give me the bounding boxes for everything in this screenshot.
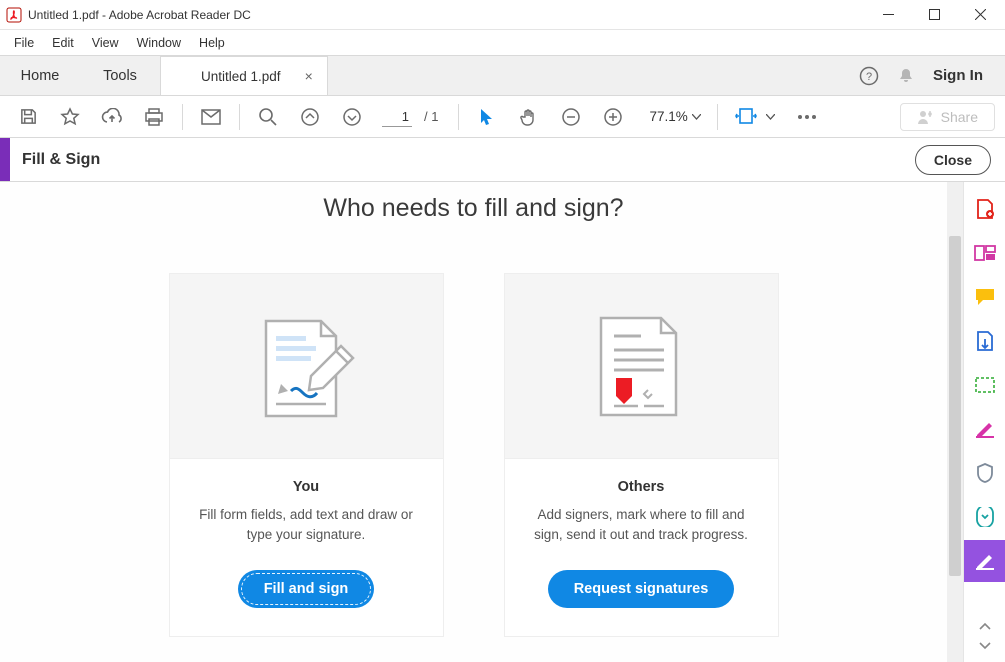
page-number-input[interactable] bbox=[382, 107, 412, 127]
maximize-button[interactable] bbox=[911, 0, 957, 30]
chevron-down-icon bbox=[692, 114, 701, 120]
tab-tools[interactable]: Tools bbox=[80, 56, 160, 95]
menubar: File Edit View Window Help bbox=[0, 30, 1005, 56]
rail-fill-sign-icon[interactable] bbox=[964, 540, 1005, 582]
print-icon[interactable] bbox=[136, 99, 172, 135]
illustration-you bbox=[170, 274, 443, 459]
svg-text:?: ? bbox=[866, 71, 872, 83]
card-others-title: Others bbox=[618, 479, 665, 495]
zoom-out-icon[interactable] bbox=[553, 99, 589, 135]
fill-and-sign-button[interactable]: Fill and sign bbox=[238, 570, 375, 608]
tabs-bar: Home Tools Untitled 1.pdf × ? Sign In bbox=[0, 56, 1005, 96]
more-icon[interactable] bbox=[789, 99, 825, 135]
window-titlebar: Untitled 1.pdf - Adobe Acrobat Reader DC bbox=[0, 0, 1005, 30]
rail-export-icon[interactable] bbox=[964, 320, 1005, 362]
fit-width-icon[interactable] bbox=[728, 99, 764, 135]
rail-create-pdf-icon[interactable] bbox=[964, 188, 1005, 230]
main-toolbar: / 1 77.1% Share bbox=[0, 96, 1005, 138]
app-icon bbox=[6, 7, 22, 23]
close-window-button[interactable] bbox=[957, 0, 1003, 30]
fill-sign-label: Fill & Sign bbox=[22, 151, 100, 169]
menu-view[interactable]: View bbox=[84, 32, 127, 54]
menu-window[interactable]: Window bbox=[129, 32, 189, 54]
tab-close-icon[interactable]: × bbox=[305, 68, 313, 84]
fill-sign-banner: Fill & Sign Close bbox=[0, 138, 1005, 182]
share-button[interactable]: Share bbox=[900, 103, 995, 131]
rail-organize-icon[interactable] bbox=[964, 364, 1005, 406]
chevron-up-icon[interactable] bbox=[979, 616, 991, 636]
cloud-upload-icon[interactable] bbox=[94, 99, 130, 135]
fit-dropdown-icon[interactable] bbox=[766, 114, 775, 120]
zoom-dropdown[interactable]: 77.1% bbox=[637, 109, 706, 124]
share-person-icon bbox=[917, 109, 933, 125]
pointer-icon[interactable] bbox=[469, 99, 505, 135]
page-heading: Who needs to fill and sign? bbox=[0, 194, 947, 223]
page-down-icon[interactable] bbox=[334, 99, 370, 135]
right-tool-rail bbox=[963, 182, 1005, 662]
card-you-desc: Fill form fields, add text and draw or t… bbox=[170, 495, 443, 544]
content-pane: Who needs to fill and sign? bbox=[0, 182, 947, 662]
scroll-thumb[interactable] bbox=[949, 236, 961, 576]
menu-help[interactable]: Help bbox=[191, 32, 233, 54]
card-you-title: You bbox=[293, 479, 319, 495]
search-icon[interactable] bbox=[250, 99, 286, 135]
window-title: Untitled 1.pdf - Adobe Acrobat Reader DC bbox=[28, 8, 865, 22]
menu-file[interactable]: File bbox=[6, 32, 42, 54]
illustration-others bbox=[505, 274, 778, 459]
menu-edit[interactable]: Edit bbox=[44, 32, 82, 54]
save-icon[interactable] bbox=[10, 99, 46, 135]
vertical-scrollbar[interactable] bbox=[947, 182, 963, 662]
request-signatures-button[interactable]: Request signatures bbox=[548, 570, 735, 608]
rail-edit-icon[interactable] bbox=[964, 408, 1005, 450]
help-icon[interactable]: ? bbox=[859, 66, 879, 86]
main-area: Who needs to fill and sign? bbox=[0, 182, 1005, 662]
rail-comment-icon[interactable] bbox=[964, 276, 1005, 318]
tab-home[interactable]: Home bbox=[0, 56, 80, 95]
star-icon[interactable] bbox=[52, 99, 88, 135]
bell-icon[interactable] bbox=[897, 67, 915, 85]
rail-combine-icon[interactable] bbox=[964, 232, 1005, 274]
hand-icon[interactable] bbox=[511, 99, 547, 135]
card-others: Others Add signers, mark where to fill a… bbox=[504, 273, 779, 637]
chevron-down-icon[interactable] bbox=[979, 636, 991, 656]
accent-bar bbox=[0, 138, 10, 181]
minimize-button[interactable] bbox=[865, 0, 911, 30]
tab-document[interactable]: Untitled 1.pdf × bbox=[160, 56, 328, 95]
card-others-desc: Add signers, mark where to fill and sign… bbox=[505, 495, 778, 544]
page-up-icon[interactable] bbox=[292, 99, 328, 135]
share-label: Share bbox=[941, 109, 978, 125]
page-total-label: / 1 bbox=[424, 109, 438, 124]
mail-icon[interactable] bbox=[193, 99, 229, 135]
card-you: You Fill form fields, add text and draw … bbox=[169, 273, 444, 637]
rail-compress-icon[interactable] bbox=[964, 496, 1005, 538]
rail-protect-icon[interactable] bbox=[964, 452, 1005, 494]
signin-button[interactable]: Sign In bbox=[933, 67, 983, 84]
zoom-value: 77.1% bbox=[649, 109, 687, 124]
zoom-in-icon[interactable] bbox=[595, 99, 631, 135]
close-fill-sign-button[interactable]: Close bbox=[915, 145, 991, 175]
tab-document-label: Untitled 1.pdf bbox=[201, 69, 281, 84]
rail-scroll-arrows[interactable] bbox=[979, 616, 991, 662]
